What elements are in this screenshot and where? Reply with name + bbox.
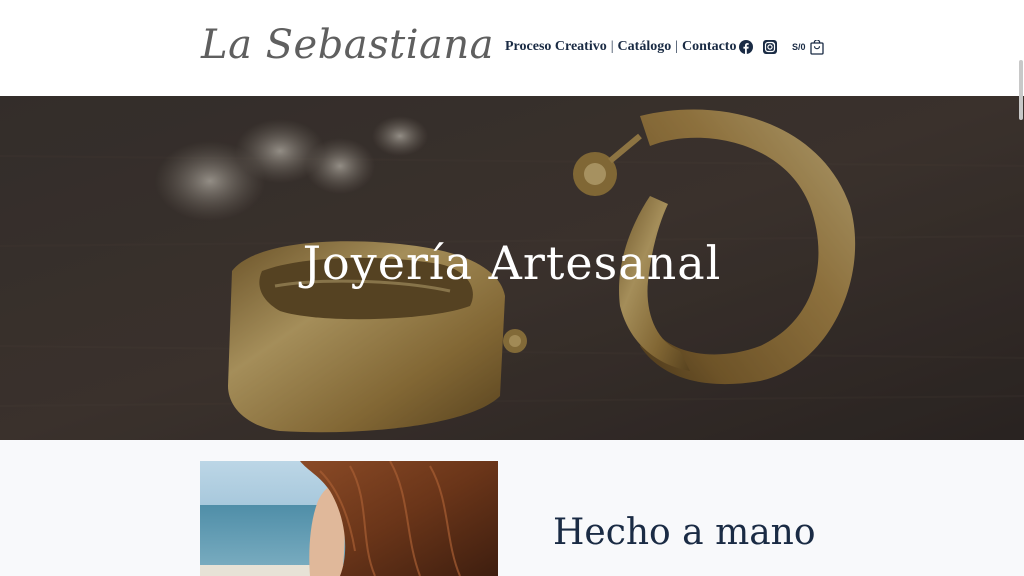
page-scrollbar[interactable]: [1018, 0, 1024, 576]
cart-total[interactable]: S/0: [792, 42, 806, 52]
nav-separator: |: [610, 39, 614, 54]
nav-item-catalogo[interactable]: Catálogo: [618, 39, 672, 55]
section-heading: Hecho a mano: [553, 512, 816, 553]
scrollbar-thumb[interactable]: [1019, 60, 1023, 120]
main-nav: Proceso Creativo | Catálogo | Contacto: [505, 39, 736, 55]
woman-portrait-image: [200, 461, 498, 576]
brand-logo[interactable]: La Sebastiana: [201, 22, 494, 68]
nav-item-contacto[interactable]: Contacto: [682, 39, 736, 55]
nav-item-proceso-creativo[interactable]: Proceso Creativo: [505, 39, 607, 55]
instagram-icon[interactable]: [763, 40, 777, 54]
hero-title: Joyería Artesanal: [302, 236, 722, 290]
portrait-photo: [200, 461, 498, 576]
site-header: La Sebastiana Proceso Creativo | Catálog…: [0, 0, 1024, 96]
hero-banner: Joyería Artesanal: [0, 96, 1024, 440]
cart-icon[interactable]: [810, 40, 824, 55]
facebook-icon[interactable]: [739, 40, 753, 54]
nav-separator: |: [675, 39, 679, 54]
